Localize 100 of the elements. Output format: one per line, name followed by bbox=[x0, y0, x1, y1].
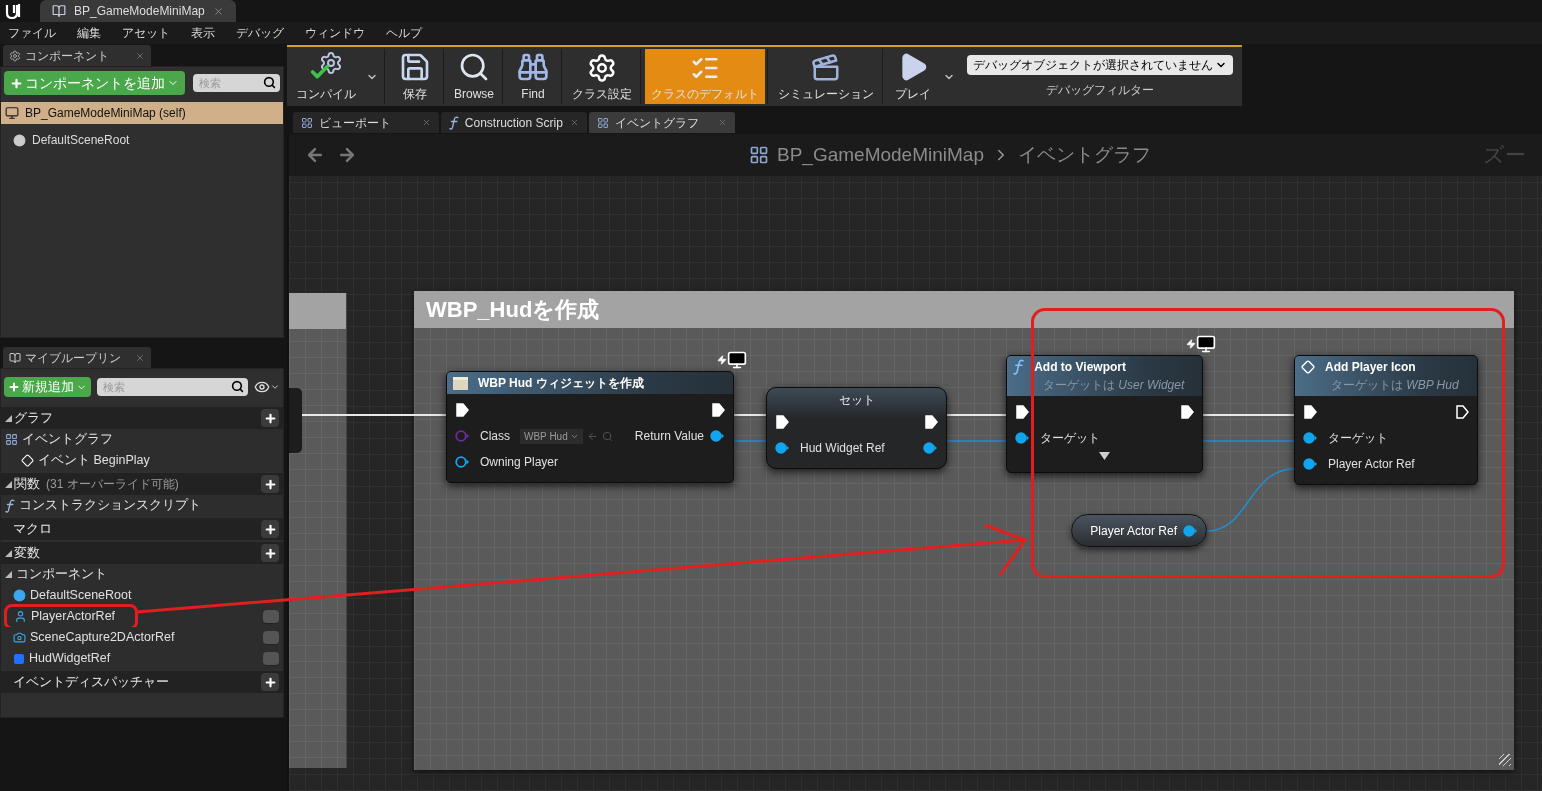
search-field[interactable]: 検索 bbox=[97, 378, 248, 396]
gear-icon bbox=[587, 53, 617, 83]
diamond-icon bbox=[21, 454, 34, 467]
engine-logo bbox=[4, 2, 22, 20]
close-icon[interactable] bbox=[135, 50, 145, 61]
exec-pin-icon[interactable] bbox=[1303, 405, 1317, 419]
toolbar-button[interactable]: クラス設定 bbox=[566, 49, 638, 104]
visibility-toggle[interactable] bbox=[263, 630, 279, 645]
section-header[interactable]: マクロ bbox=[1, 518, 283, 540]
toolbar-button[interactable]: コンパイル bbox=[290, 49, 362, 104]
toolbar-button[interactable]: 保存 bbox=[389, 49, 441, 104]
search-icon[interactable] bbox=[263, 76, 276, 89]
data-pin-icon[interactable] bbox=[923, 442, 938, 454]
exec-pin-icon[interactable] bbox=[711, 403, 725, 417]
exec-pin-icon[interactable] bbox=[1455, 405, 1469, 419]
class-dropdown[interactable]: WBP Hud bbox=[520, 428, 583, 444]
node-subtitle: ターゲットは WBP Hud bbox=[1330, 377, 1460, 394]
visibility-toggle[interactable] bbox=[263, 609, 279, 624]
square-icon bbox=[13, 652, 25, 665]
close-icon[interactable] bbox=[135, 352, 145, 363]
graph-icon bbox=[597, 116, 609, 129]
expand-triangle-icon[interactable] bbox=[1099, 452, 1110, 460]
node-subtitle: ターゲットは User Widget bbox=[1042, 377, 1186, 394]
visibility-toggle[interactable] bbox=[263, 651, 279, 666]
search-field[interactable]: 検索 bbox=[193, 74, 280, 92]
menu-item[interactable]: ファイル bbox=[8, 24, 56, 42]
expanded-triangle-icon[interactable] bbox=[5, 549, 12, 557]
pin-label: ターゲット bbox=[1328, 430, 1388, 447]
section-header[interactable]: イベントディスパッチャー bbox=[1, 671, 283, 693]
blueprint-icon bbox=[52, 4, 66, 18]
toolbar-button[interactable]: プレイ bbox=[887, 49, 939, 104]
close-icon[interactable] bbox=[422, 118, 431, 127]
add-icon[interactable] bbox=[261, 673, 279, 691]
collapse-triangle-icon[interactable] bbox=[5, 571, 12, 578]
panel-tab[interactable]: マイブループリン bbox=[3, 347, 151, 368]
menu-item[interactable]: 編集 bbox=[77, 24, 101, 42]
section-header[interactable]: 変数 bbox=[1, 542, 283, 564]
data-pin-icon[interactable] bbox=[1183, 524, 1198, 537]
data-pin-icon[interactable] bbox=[1303, 432, 1318, 444]
exec-pin-icon[interactable] bbox=[1015, 405, 1029, 419]
sphere-icon bbox=[13, 589, 26, 602]
graph-canvas[interactable] bbox=[287, 134, 1542, 791]
document-tab[interactable]: BP_GameModeMiniMap bbox=[40, 0, 236, 22]
node-label: Player Actor Ref bbox=[1090, 522, 1177, 540]
variable-node[interactable]: Player Actor Ref bbox=[1071, 514, 1207, 547]
editor-tab[interactable]: ビューポート bbox=[293, 112, 439, 133]
menu-item[interactable]: ウィンドウ bbox=[305, 24, 365, 42]
node-title: Add Player Icon bbox=[1325, 359, 1416, 376]
exec-pin-icon[interactable] bbox=[1180, 405, 1194, 419]
data-pin-icon[interactable] bbox=[455, 456, 470, 468]
resize-grip-icon[interactable] bbox=[1499, 754, 1511, 766]
menu-item[interactable]: ヘルプ bbox=[386, 24, 422, 42]
graph-node[interactable]: セット Hud Widget Ref bbox=[766, 387, 947, 469]
pin-label: Hud Widget Ref bbox=[800, 440, 885, 457]
toolbar-button[interactable]: シミュレーション bbox=[772, 49, 880, 104]
editor-tab[interactable]: Construction Scrip bbox=[441, 112, 587, 133]
menu-item[interactable]: デバッグ bbox=[236, 24, 284, 42]
add-icon[interactable] bbox=[261, 544, 279, 562]
component-row[interactable]: DefaultSceneRoot bbox=[1, 129, 283, 151]
exec-pin-icon[interactable] bbox=[775, 415, 789, 429]
exec-pin-icon[interactable] bbox=[455, 403, 469, 417]
data-pin-icon[interactable] bbox=[775, 442, 790, 454]
add-icon[interactable] bbox=[261, 520, 279, 538]
data-pin-icon[interactable] bbox=[1015, 432, 1030, 444]
tab-label: BP_GameModeMiniMap bbox=[74, 3, 205, 20]
simulate-icon bbox=[811, 53, 841, 83]
debug-object-dropdown[interactable]: デバッグオブジェクトが選択されていません bbox=[967, 54, 1233, 75]
search-icon[interactable] bbox=[231, 380, 244, 393]
tree-item-label: コンストラクションスクリプト bbox=[18, 497, 201, 515]
component-row[interactable]: BP_GameModeMiniMap (self) bbox=[1, 102, 283, 124]
node-title: WBP Hud ウィジェットを作成 bbox=[478, 375, 644, 392]
data-pin-icon[interactable] bbox=[1303, 458, 1318, 470]
expanded-triangle-icon[interactable] bbox=[5, 480, 12, 488]
add-icon[interactable] bbox=[261, 409, 279, 427]
toolbar-button[interactable]: Browse bbox=[448, 49, 500, 104]
expanded-triangle-icon[interactable] bbox=[5, 414, 12, 422]
menu-item[interactable]: アセット bbox=[122, 24, 170, 42]
exec-pin-icon[interactable] bbox=[924, 415, 938, 429]
function-icon bbox=[449, 115, 459, 130]
graph-node[interactable]: Add Player Icon ターゲットは WBP Hud ターゲット Player Actor Ref bbox=[1294, 355, 1478, 485]
data-pin-icon[interactable] bbox=[710, 430, 725, 442]
menu-item[interactable]: 表示 bbox=[191, 24, 215, 42]
section-header[interactable]: グラフ bbox=[1, 407, 283, 429]
panel-tab[interactable]: コンポーネント bbox=[3, 45, 151, 66]
editor-tab[interactable]: イベントグラフ bbox=[589, 112, 735, 133]
component-label: DefaultSceneRoot bbox=[32, 132, 130, 149]
close-icon[interactable] bbox=[213, 5, 224, 17]
graph-node[interactable] bbox=[289, 388, 302, 453]
comment-box[interactable] bbox=[289, 293, 347, 768]
section-header[interactable]: 関数 (31 オーバーライド可能) bbox=[1, 473, 283, 495]
pin-label: Return Value bbox=[634, 428, 704, 445]
close-icon[interactable] bbox=[570, 118, 579, 127]
breadcrumb-blueprint[interactable]: BP_GameModeMiniMap bbox=[777, 140, 984, 170]
section-title: 関数 bbox=[14, 475, 40, 494]
add-icon[interactable] bbox=[261, 475, 279, 493]
node-title: Add to Viewport bbox=[1034, 359, 1126, 376]
breadcrumb-graph: イベントグラフ bbox=[1018, 142, 1151, 167]
section-title: イベントディスパッチャー bbox=[12, 673, 169, 692]
toolbar-button[interactable]: Find bbox=[507, 49, 559, 104]
view-options-icon[interactable] bbox=[254, 379, 280, 395]
